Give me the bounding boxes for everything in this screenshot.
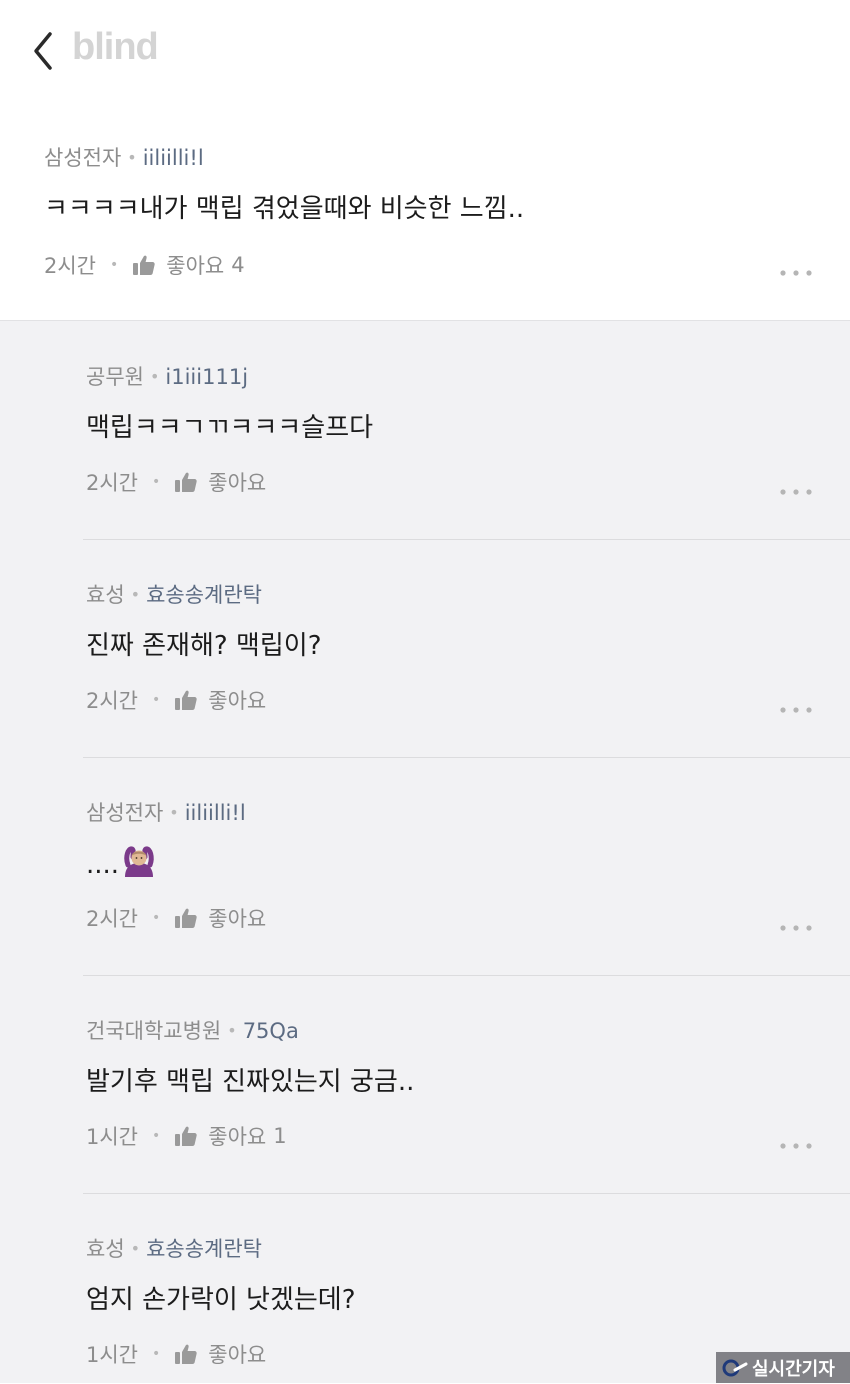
back-button[interactable]: [28, 28, 60, 74]
comment-text: ㅋㅋㅋㅋ내가 맥립 겪었을때와 비슷한 느낌..: [44, 194, 525, 224]
like-button[interactable]: 좋아요: [174, 467, 273, 497]
more-horizontal-icon: [780, 270, 812, 276]
like-button[interactable]: 좋아요 1: [174, 1121, 287, 1151]
chevron-left-icon: [34, 32, 52, 70]
more-button[interactable]: [778, 1138, 814, 1152]
like-count: 1: [273, 1124, 287, 1148]
comment-meta: 건국대학교병원 • 75Qa: [86, 1015, 299, 1045]
actions-separator: •: [152, 692, 161, 708]
comment-time: 2시간: [86, 907, 139, 931]
reply-list: 공무원 • i1iii111j 맥립ㅋㅋㄱㄲㅋㅋㅋ슬프다 2시간 • 좋아요 효성 •…: [0, 320, 850, 1383]
more-horizontal-icon: [780, 489, 812, 495]
watermark-badge: 실시간기자: [716, 1352, 850, 1383]
like-label: 좋아요: [208, 1125, 267, 1149]
thumbs-up-icon: [175, 1344, 197, 1364]
comment-actions: 2시간 • 좋아요: [86, 467, 273, 497]
comment-time: 1시간: [86, 1125, 139, 1149]
app-logo: blind: [72, 26, 159, 68]
like-button[interactable]: 좋아요: [174, 685, 273, 715]
more-button[interactable]: [778, 484, 814, 498]
more-horizontal-icon: [780, 1143, 812, 1149]
comment-time: 2시간: [44, 254, 97, 278]
thumbs-up-icon: [133, 255, 155, 275]
nickname[interactable]: iiliilli!l: [185, 801, 246, 825]
like-button[interactable]: 좋아요 4: [132, 250, 245, 280]
like-label: 좋아요: [208, 907, 267, 931]
thumbs-up-icon: [175, 1126, 197, 1146]
comment-meta: 공무원 • i1iii111j: [86, 361, 248, 391]
reply-item: 공무원 • i1iii111j 맥립ㅋㅋㄱㄲㅋㅋㅋ슬프다 2시간 • 좋아요: [86, 321, 836, 539]
watermark-logo-icon: [722, 1359, 748, 1376]
company-label: 효성: [86, 583, 125, 607]
comment-meta: 삼성전자 • iiliilli!l: [86, 797, 246, 827]
comment-text: 진짜 존재해? 맥립이?: [86, 631, 322, 661]
nickname[interactable]: 효송송계란탁: [146, 583, 262, 607]
comment-time: 2시간: [86, 471, 139, 495]
app-header: blind: [0, 0, 850, 100]
comment-actions: 2시간 • 좋아요: [86, 685, 273, 715]
nickname[interactable]: 효송송계란탁: [146, 1237, 262, 1261]
company-label: 효성: [86, 1237, 125, 1261]
person-gesturing-ok-icon: [121, 843, 157, 886]
meta-separator: •: [227, 1021, 237, 1040]
like-label: 좋아요: [166, 254, 225, 278]
more-horizontal-icon: [780, 925, 812, 931]
comment-meta: 효성 • 효송송계란탁: [86, 579, 262, 609]
comment-text: 발기후 맥립 진짜있는지 궁금..: [86, 1067, 415, 1097]
like-label: 좋아요: [208, 689, 267, 713]
meta-separator: •: [169, 803, 179, 822]
actions-separator: •: [152, 1346, 161, 1362]
company-label: 삼성전자: [86, 801, 164, 825]
comment-text-body: ....: [86, 850, 120, 880]
comment-actions: 2시간 • 좋아요: [86, 903, 273, 933]
company-label: 삼성전자: [44, 146, 122, 170]
like-count: 4: [231, 253, 245, 277]
nickname[interactable]: 75Qa: [243, 1019, 299, 1043]
nickname[interactable]: iiliilli!l: [143, 146, 204, 170]
meta-separator: •: [149, 367, 160, 386]
more-button[interactable]: [778, 920, 814, 934]
comment-meta: 효성 • 효송송계란탁: [86, 1233, 262, 1263]
thumbs-up-icon: [175, 690, 197, 710]
comment-actions: 1시간 • 좋아요: [86, 1339, 273, 1369]
like-label: 좋아요: [208, 1343, 267, 1367]
comment-actions: 2시간 • 좋아요 4: [44, 250, 245, 280]
comment-time: 1시간: [86, 1343, 139, 1367]
watermark-text: 실시간기자: [752, 1358, 835, 1380]
comment-time: 2시간: [86, 689, 139, 713]
thumbs-up-icon: [175, 908, 197, 928]
nickname[interactable]: i1iii111j: [165, 365, 248, 389]
thumbs-up-icon: [175, 472, 197, 492]
meta-separator: •: [130, 585, 141, 604]
more-button[interactable]: [778, 265, 814, 279]
comment-text: 엄지 손가락이 낫겠는데?: [86, 1285, 356, 1315]
like-button[interactable]: 좋아요: [174, 1339, 273, 1369]
more-button[interactable]: [778, 702, 814, 716]
actions-separator: •: [152, 1128, 161, 1144]
like-button[interactable]: 좋아요: [174, 903, 273, 933]
actions-separator: •: [110, 257, 119, 273]
meta-separator: •: [127, 148, 137, 167]
actions-separator: •: [152, 910, 161, 926]
actions-separator: •: [152, 474, 161, 490]
reply-item: 삼성전자 • iiliilli!l .... 2시간 • 좋아요: [86, 757, 836, 975]
reply-item: 건국대학교병원 • 75Qa 발기후 맥립 진짜있는지 궁금.. 1시간 • 좋아요…: [86, 975, 836, 1193]
meta-separator: •: [130, 1239, 141, 1258]
comment-meta: 삼성전자 • iiliilli!l: [44, 142, 204, 172]
reply-item: 효성 • 효송송계란탁 진짜 존재해? 맥립이? 2시간 • 좋아요: [86, 539, 836, 757]
parent-comment: 삼성전자 • iiliilli!l ㅋㅋㅋㅋ내가 맥립 겪었을때와 비슷한 느낌..…: [0, 100, 850, 320]
like-label: 좋아요: [208, 471, 267, 495]
comment-actions: 1시간 • 좋아요 1: [86, 1121, 287, 1151]
company-label: 건국대학교병원: [86, 1019, 222, 1043]
more-horizontal-icon: [780, 707, 812, 713]
comment-text: ....: [86, 843, 157, 886]
company-label: 공무원: [86, 365, 144, 389]
comment-text: 맥립ㅋㅋㄱㄲㅋㅋㅋ슬프다: [86, 413, 374, 443]
